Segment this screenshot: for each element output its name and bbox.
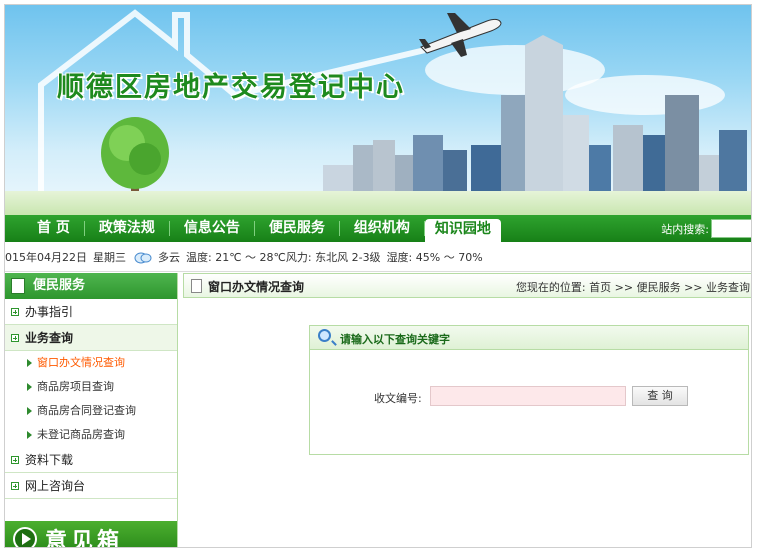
weather-humidity: 湿度: 45% ～ 70% bbox=[386, 250, 483, 264]
nav-item-home[interactable]: 首 页 bbox=[23, 215, 84, 242]
sidebar-subitem-unregistered-query[interactable]: 未登记商品房查询 bbox=[5, 423, 177, 447]
sidebar-subitem-label: 窗口办文情况查询 bbox=[37, 356, 125, 369]
suggestion-box-text: 意见箱 bbox=[45, 529, 124, 548]
query-panel-header: 请输入以下查询关键字 bbox=[310, 326, 748, 350]
cloudy-weather-icon bbox=[134, 250, 152, 264]
nav-item-services[interactable]: 便民服务 bbox=[255, 215, 339, 242]
nav-item-organization[interactable]: 组织机构 bbox=[340, 215, 424, 242]
sidebar-item-label: 资料下载 bbox=[25, 453, 74, 467]
document-icon bbox=[11, 278, 25, 294]
site-search-label: 站内搜索: bbox=[661, 223, 709, 236]
sidebar-item-label: 办事指引 bbox=[25, 305, 74, 319]
sidebar-subitem-label: 商品房项目查询 bbox=[37, 380, 114, 393]
site-banner: 顺德区房地产交易登记中心 bbox=[5, 5, 751, 215]
suggestion-box-banner[interactable]: 意见箱 bbox=[5, 521, 177, 548]
arrow-right-icon bbox=[27, 431, 32, 439]
main-content: 窗口办文情况查询 您现在的位置: 首页 >> 便民服务 >> 业务查询 请输入以… bbox=[183, 273, 751, 547]
sidebar-subitem-label: 未登记商品房查询 bbox=[37, 428, 125, 441]
weather-bar: 015年04月22日 星期三 多云 温度: 21℃ ～ 28℃风力: 东北风 2… bbox=[5, 242, 751, 272]
query-button[interactable]: 查 询 bbox=[632, 386, 688, 406]
query-panel: 请输入以下查询关键字 收文编号: 查 询 bbox=[309, 325, 749, 455]
expand-icon bbox=[11, 456, 19, 464]
arrow-right-icon bbox=[27, 359, 32, 367]
sidebar: 便民服务 办事指引 业务查询 窗口办文情况查询 商品房项目查询 商品房合同登记查… bbox=[5, 273, 178, 548]
sidebar-item-downloads[interactable]: 资料下载 bbox=[5, 447, 177, 473]
query-row: 收文编号: 查 询 bbox=[310, 386, 748, 408]
sidebar-item-guide[interactable]: 办事指引 bbox=[5, 299, 177, 325]
receipt-number-input[interactable] bbox=[430, 386, 626, 406]
page-frame: 顺德区房地产交易登记中心 首 页 政策法规 信息公告 便民服务 组织机构 知识园… bbox=[4, 4, 752, 548]
weather-condition: 多云 bbox=[158, 250, 180, 264]
sidebar-title: 便民服务 bbox=[33, 278, 86, 293]
breadcrumb: 您现在的位置: 首页 >> 便民服务 >> 业务查询 bbox=[515, 281, 750, 294]
expand-icon bbox=[11, 308, 19, 316]
site-title: 顺德区房地产交易登记中心 bbox=[57, 72, 405, 103]
sidebar-subitem-contract-query[interactable]: 商品房合同登记查询 bbox=[5, 399, 177, 423]
receipt-number-label: 收文编号: bbox=[374, 392, 422, 405]
nav-item-knowledge[interactable]: 知识园地 bbox=[424, 219, 501, 242]
weekday-text: 星期三 bbox=[93, 250, 126, 264]
query-panel-title: 请输入以下查询关键字 bbox=[340, 333, 450, 346]
city-skyline-graphic bbox=[323, 35, 747, 215]
search-icon bbox=[318, 329, 331, 342]
nav-item-policy[interactable]: 政策法规 bbox=[85, 215, 169, 242]
sidebar-subitem-label: 商品房合同登记查询 bbox=[37, 404, 136, 417]
date-text: 015年04月22日 bbox=[5, 250, 87, 264]
page-icon bbox=[191, 279, 202, 293]
site-search-input[interactable] bbox=[711, 219, 751, 238]
main-navigation: 首 页 政策法规 信息公告 便民服务 组织机构 知识园地 站内搜索: bbox=[5, 215, 751, 242]
sidebar-subitem-window-query[interactable]: 窗口办文情况查询 bbox=[5, 351, 177, 375]
page-title: 窗口办文情况查询 bbox=[208, 280, 305, 294]
arrow-right-icon bbox=[27, 407, 32, 415]
weather-temperature: 温度: 21℃ ～ 28℃风力: 东北风 2-3级 bbox=[186, 250, 381, 264]
sidebar-subitem-project-query[interactable]: 商品房项目查询 bbox=[5, 375, 177, 399]
sidebar-item-business-query[interactable]: 业务查询 bbox=[5, 325, 177, 351]
content-header: 窗口办文情况查询 您现在的位置: 首页 >> 便民服务 >> 业务查询 bbox=[183, 273, 751, 298]
play-icon bbox=[13, 527, 37, 547]
sidebar-item-online-consult[interactable]: 网上咨询台 bbox=[5, 473, 177, 499]
expand-icon bbox=[11, 334, 19, 342]
nav-item-announcements[interactable]: 信息公告 bbox=[170, 215, 254, 242]
arrow-right-icon bbox=[27, 383, 32, 391]
sidebar-item-label: 网上咨询台 bbox=[25, 479, 86, 493]
expand-icon bbox=[11, 482, 19, 490]
sidebar-header: 便民服务 bbox=[5, 273, 177, 299]
sidebar-item-label: 业务查询 bbox=[25, 331, 74, 345]
